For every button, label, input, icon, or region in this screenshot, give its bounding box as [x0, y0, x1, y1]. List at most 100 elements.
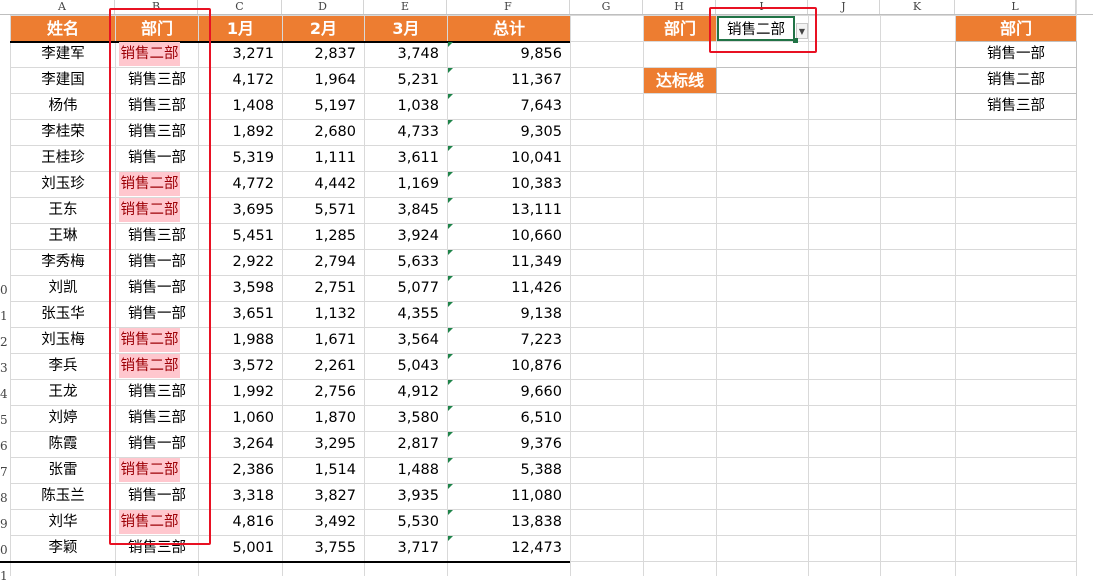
row-number[interactable]: 7 — [0, 465, 10, 479]
criteria-threshold-input[interactable] — [716, 67, 809, 94]
table-cell-number[interactable]: 2,794 — [283, 250, 364, 275]
column-header-g[interactable]: G — [570, 0, 643, 14]
column-header-a[interactable]: A — [10, 0, 115, 14]
table-cell-text[interactable]: 李秀梅 — [11, 250, 115, 275]
table-cell-text[interactable]: 王桂珍 — [11, 146, 115, 171]
table-cell-text[interactable]: 杨伟 — [11, 94, 115, 119]
table-cell-number[interactable]: 5,633 — [365, 250, 447, 275]
table-cell-number[interactable]: 1,111 — [283, 146, 364, 171]
table-cell-number[interactable]: 1,514 — [283, 458, 364, 483]
table-cell-text[interactable]: 刘玉珍 — [11, 172, 115, 197]
table-cell-number[interactable]: 3,271 — [199, 42, 282, 67]
spreadsheet-grid[interactable]: A B C D E F G H I J K L 0 1 2 3 4 5 6 7 8 9 0 1 姓名 部门 1月 2月 3月 总计 李建军销… — [0, 0, 1093, 583]
table-cell-number[interactable]: 12,473 — [448, 536, 570, 561]
table-cell-number[interactable]: 7,223 — [448, 328, 570, 353]
table-cell-number[interactable]: 2,261 — [283, 354, 364, 379]
table-cell-text[interactable]: 刘玉梅 — [11, 328, 115, 353]
table-cell-number[interactable]: 1,992 — [199, 380, 282, 405]
table-cell-number[interactable]: 3,598 — [199, 276, 282, 301]
table-cell-number[interactable]: 9,138 — [448, 302, 570, 327]
table-cell-number[interactable]: 5,319 — [199, 146, 282, 171]
table-cell-number[interactable]: 3,295 — [283, 432, 364, 457]
column-header-k[interactable]: K — [880, 0, 955, 14]
table-cell-number[interactable]: 5,197 — [283, 94, 364, 119]
table-cell-number[interactable]: 3,924 — [365, 224, 447, 249]
row-number[interactable]: 0 — [0, 543, 10, 557]
table-cell-number[interactable]: 2,756 — [283, 380, 364, 405]
table-cell-number[interactable]: 5,001 — [199, 536, 282, 561]
table-cell-text[interactable]: 王龙 — [11, 380, 115, 405]
table-cell-number[interactable]: 3,572 — [199, 354, 282, 379]
table-header-cell[interactable]: 1月 — [199, 16, 282, 41]
table-cell-text[interactable]: 陈霞 — [11, 432, 115, 457]
column-header-j[interactable]: J — [808, 0, 880, 14]
table-cell-number[interactable]: 10,041 — [448, 146, 570, 171]
table-cell-number[interactable]: 1,671 — [283, 328, 364, 353]
table-header-cell[interactable]: 2月 — [283, 16, 364, 41]
table-cell-number[interactable]: 4,912 — [365, 380, 447, 405]
table-cell-number[interactable]: 1,285 — [283, 224, 364, 249]
table-cell-number[interactable]: 9,660 — [448, 380, 570, 405]
table-cell-number[interactable]: 3,264 — [199, 432, 282, 457]
table-cell-number[interactable]: 2,680 — [283, 120, 364, 145]
table-cell-number[interactable]: 13,111 — [448, 198, 570, 223]
table-cell-number[interactable]: 5,388 — [448, 458, 570, 483]
table-cell-number[interactable]: 3,935 — [365, 484, 447, 509]
table-cell-number[interactable]: 4,172 — [199, 68, 282, 93]
table-cell-text[interactable]: 刘华 — [11, 510, 115, 535]
table-cell-text[interactable]: 张雷 — [11, 458, 115, 483]
row-number[interactable]: 2 — [0, 335, 10, 349]
column-header-e[interactable]: E — [364, 0, 447, 14]
table-cell-number[interactable]: 3,845 — [365, 198, 447, 223]
table-cell-number[interactable]: 1,988 — [199, 328, 282, 353]
table-cell-number[interactable]: 1,870 — [283, 406, 364, 431]
table-cell-number[interactable]: 5,043 — [365, 354, 447, 379]
table-cell-number[interactable]: 1,892 — [199, 120, 282, 145]
table-cell-number[interactable]: 3,827 — [283, 484, 364, 509]
table-cell-number[interactable]: 5,231 — [365, 68, 447, 93]
table-cell-number[interactable]: 11,080 — [448, 484, 570, 509]
table-cell-number[interactable]: 3,651 — [199, 302, 282, 327]
table-cell-number[interactable]: 9,376 — [448, 432, 570, 457]
table-cell-number[interactable]: 5,530 — [365, 510, 447, 535]
table-cell-number[interactable]: 1,169 — [365, 172, 447, 197]
table-cell-text[interactable]: 李颖 — [11, 536, 115, 561]
table-cell-number[interactable]: 1,488 — [365, 458, 447, 483]
table-cell-number[interactable]: 3,564 — [365, 328, 447, 353]
column-header-h[interactable]: H — [643, 0, 716, 14]
row-number[interactable]: 0 — [0, 283, 10, 297]
column-header-f[interactable]: F — [447, 0, 570, 14]
table-header-cell[interactable]: 3月 — [365, 16, 447, 41]
table-cell-number[interactable]: 3,580 — [365, 406, 447, 431]
row-number[interactable]: 1 — [0, 569, 10, 583]
table-cell-number[interactable]: 4,355 — [365, 302, 447, 327]
table-cell-number[interactable]: 9,305 — [448, 120, 570, 145]
table-cell-number[interactable]: 4,733 — [365, 120, 447, 145]
table-cell-text[interactable]: 张玉华 — [11, 302, 115, 327]
table-cell-number[interactable]: 9,856 — [448, 42, 570, 67]
table-cell-number[interactable]: 4,772 — [199, 172, 282, 197]
table-cell-number[interactable]: 3,492 — [283, 510, 364, 535]
table-cell-number[interactable]: 10,876 — [448, 354, 570, 379]
table-cell-number[interactable]: 3,755 — [283, 536, 364, 561]
row-number[interactable]: 6 — [0, 439, 10, 453]
table-cell-number[interactable]: 11,349 — [448, 250, 570, 275]
table-cell-number[interactable]: 3,717 — [365, 536, 447, 561]
table-cell-text[interactable]: 刘凯 — [11, 276, 115, 301]
table-cell-number[interactable]: 3,611 — [365, 146, 447, 171]
table-cell-number[interactable]: 13,838 — [448, 510, 570, 535]
table-cell-number[interactable]: 1,060 — [199, 406, 282, 431]
row-number[interactable]: 5 — [0, 413, 10, 427]
table-cell-number[interactable]: 2,386 — [199, 458, 282, 483]
table-header-cell[interactable]: 姓名 — [11, 16, 115, 41]
row-number[interactable]: 4 — [0, 387, 10, 401]
table-cell-number[interactable]: 5,451 — [199, 224, 282, 249]
row-number[interactable]: 8 — [0, 491, 10, 505]
row-number[interactable]: 3 — [0, 361, 10, 375]
table-cell-text[interactable]: 王琳 — [11, 224, 115, 249]
table-cell-text[interactable]: 李桂荣 — [11, 120, 115, 145]
table-cell-number[interactable]: 1,408 — [199, 94, 282, 119]
table-cell-number[interactable]: 6,510 — [448, 406, 570, 431]
row-number[interactable]: 9 — [0, 517, 10, 531]
table-cell-number[interactable]: 1,964 — [283, 68, 364, 93]
